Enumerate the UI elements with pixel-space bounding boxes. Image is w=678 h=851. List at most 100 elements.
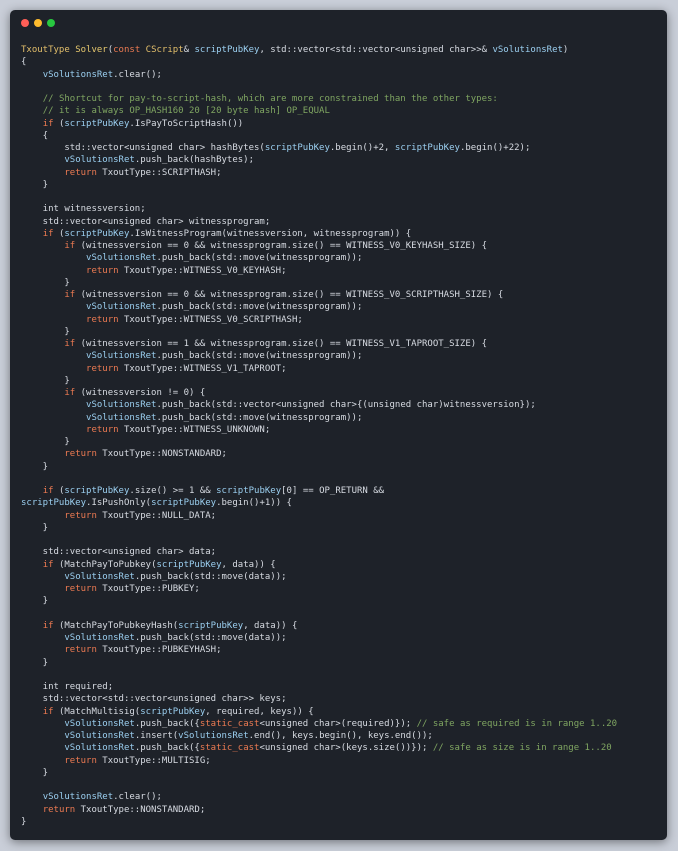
code-token-plain: .begin()+2, <box>329 143 395 153</box>
code-line: vSolutionsRet.push_back(std::move(data))… <box>21 571 617 583</box>
window-titlebar <box>10 10 667 36</box>
code-token-plain: , data)) { <box>243 620 298 631</box>
code-token-variable: vSolutionsRet <box>64 633 135 643</box>
code-token-keyword: if <box>64 339 76 349</box>
code-token-variable: vSolutionsRet <box>86 351 157 362</box>
code-token-plain: (witnessversion == 0 && witnessprogram.s… <box>75 241 488 251</box>
code-token-variable: scriptPubKey <box>151 498 217 509</box>
code-token-keyword: return <box>64 510 97 521</box>
code-token-plain: .IsPushOnly( <box>86 498 152 509</box>
code-token-plain: .clear(); <box>113 69 162 80</box>
code-line: } <box>21 522 617 534</box>
code-line: vSolutionsRet.push_back({static_cast<uns… <box>21 718 617 730</box>
code-token-keyword: return <box>86 265 119 276</box>
code-token-plain: .push_back(std::move(data)); <box>134 571 287 582</box>
code-line: TxoutType Solver(const CScript& scriptPu… <box>21 44 617 56</box>
code-token-variable: vSolutionsRet <box>42 69 114 80</box>
code-token-plain: int witnessversion; <box>21 204 146 215</box>
code-token-variable: scriptPubKey <box>64 228 130 239</box>
code-line: if (MatchMultisig(scriptPubKey, required… <box>21 706 617 718</box>
code-token-variable: scriptPubKey <box>21 498 87 509</box>
code-token-plain: } <box>21 522 49 533</box>
code-line: } <box>21 179 617 191</box>
code-token-variable: vSolutionsRet <box>64 731 135 741</box>
code-token-plain: TxoutType::NONSTANDARD; <box>75 804 206 815</box>
code-block[interactable]: TxoutType Solver (const CScript& scriptPu… <box>21 44 617 828</box>
code-token-keyword: const <box>113 45 141 55</box>
code-token-plain: } <box>21 816 27 827</box>
code-line: vSolutionsRet.push_back({static_cast<uns… <box>21 742 617 754</box>
minimize-icon[interactable] <box>34 19 42 27</box>
code-token-plain: .push_back(std::move(witnessprogram)); <box>156 412 363 423</box>
code-line: } <box>21 436 617 448</box>
code-token-comment: // Shortcut for pay-to-script-hash, whic… <box>42 94 498 104</box>
code-token-plain: , data)) { <box>221 559 276 570</box>
code-token-plain: TxoutType::PUBKEY; <box>96 584 200 594</box>
code-line: { <box>21 130 617 142</box>
code-line: if (scriptPubKey.IsPayToScriptHash()) <box>21 118 617 130</box>
code-token-plain: , required, keys)) { <box>205 706 314 717</box>
code-token-keyword: static_cast <box>199 718 260 729</box>
code-token-keyword: return <box>64 645 97 656</box>
code-token-keyword: if <box>42 486 54 496</box>
code-line: std::vector<unsigned char> data; <box>21 546 617 558</box>
code-token-type: TxoutType <box>21 45 70 55</box>
maximize-icon[interactable] <box>47 19 55 27</box>
code-line: vSolutionsRet.push_back(std::move(witnes… <box>21 252 617 264</box>
code-line: vSolutionsRet.push_back(std::move(data))… <box>21 632 617 644</box>
code-token-keyword: if <box>64 388 76 398</box>
code-token-plain: TxoutType::MULTISIG; <box>96 755 211 766</box>
code-token-variable: vSolutionsRet <box>42 792 114 803</box>
code-token-plain: } <box>21 277 70 288</box>
code-token-keyword: return <box>86 424 119 435</box>
code-line: return TxoutType::NULL_DATA; <box>21 510 617 522</box>
code-token-plain: .begin()+22); <box>459 143 531 153</box>
code-token-plain: .begin()+1)) { <box>216 498 292 509</box>
code-line: std::vector<unsigned char> hashBytes(scr… <box>21 142 617 154</box>
code-token-keyword: static_cast <box>199 743 260 754</box>
code-token-plain: { <box>21 57 27 68</box>
code-token-plain: .IsWitnessProgram(witnessversion, witnes… <box>129 228 412 239</box>
code-line: if (witnessversion != 0) { <box>21 387 617 399</box>
code-token-plain: .push_back(std::move(witnessprogram)); <box>156 253 363 264</box>
code-line: if (witnessversion == 0 && witnessprogra… <box>21 240 617 252</box>
code-line: return TxoutType::NONSTANDARD; <box>21 448 617 460</box>
code-token-keyword: return <box>64 584 97 594</box>
code-line: } <box>21 816 617 828</box>
code-line: // it is always OP_HASH160 20 [20 byte h… <box>21 105 617 117</box>
code-token-function: Solver <box>75 45 108 55</box>
code-token-comment: // it is always OP_HASH160 20 [20 byte h… <box>42 106 330 117</box>
close-icon[interactable] <box>21 19 29 27</box>
code-line: } <box>21 326 617 338</box>
code-token-plain: .push_back(std::move(witnessprogram)); <box>156 351 363 362</box>
code-token-plain: (MatchPayToPubkeyHash( <box>53 620 179 631</box>
code-token-variable: vSolutionsRet <box>86 302 157 313</box>
code-line: vSolutionsRet.clear(); <box>21 791 617 803</box>
code-token-plain: TxoutType::WITNESS_V0_KEYHASH; <box>118 265 287 276</box>
code-token-plain: TxoutType::WITNESS_V1_TAPROOT; <box>118 363 287 374</box>
code-token-plain: std::vector<unsigned char> hashBytes( <box>21 143 265 153</box>
code-token-plain: } <box>21 437 70 447</box>
code-token-plain: TxoutType::WITNESS_UNKNOWN; <box>118 424 271 435</box>
code-token-plain: (witnessversion == 0 && witnessprogram.s… <box>75 290 504 300</box>
code-token-variable: scriptPubKey <box>156 559 222 570</box>
